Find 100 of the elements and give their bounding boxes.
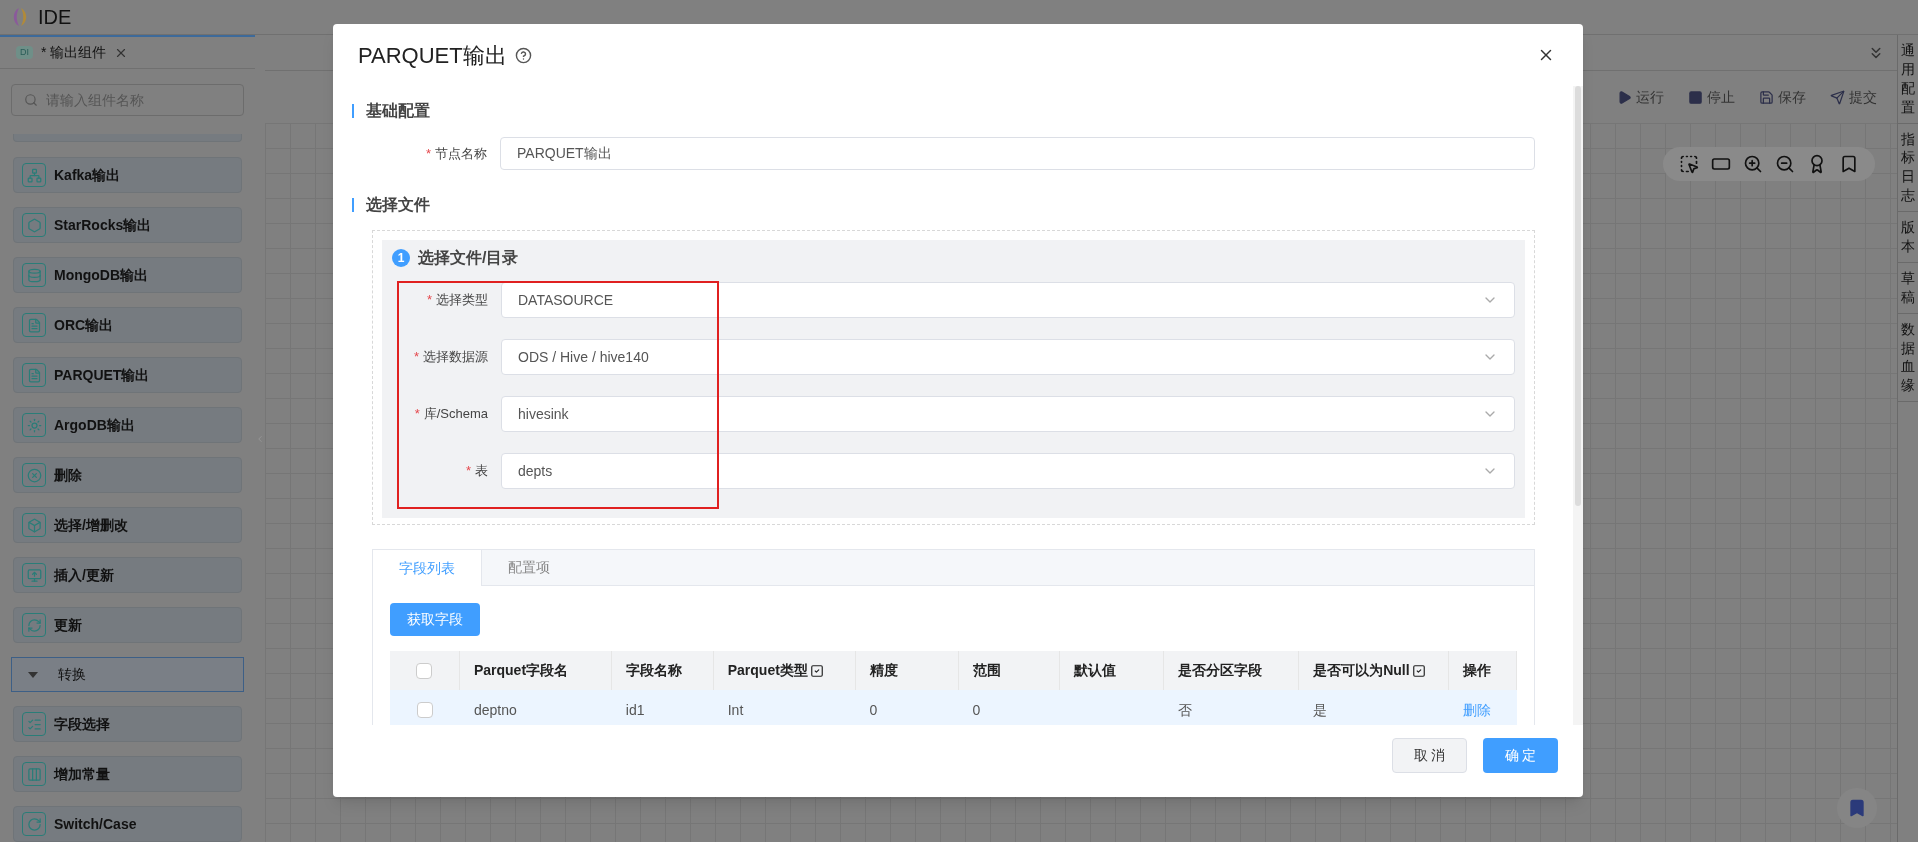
component-icon	[22, 463, 46, 487]
component-icon	[22, 163, 46, 187]
di-badge: DI	[16, 45, 33, 60]
side-tab[interactable]: 草稿	[1898, 262, 1918, 314]
confirm-button[interactable]: 确 定	[1483, 738, 1558, 773]
column-header: 操作	[1463, 661, 1492, 680]
sidebar-item[interactable]: ORC输出	[13, 307, 242, 343]
field-label: 节点名称	[435, 144, 487, 163]
zoom-out-icon[interactable]	[1775, 154, 1795, 174]
scrollbar[interactable]	[1575, 86, 1581, 506]
sidebar-item[interactable]: 增加常量	[13, 756, 242, 792]
column-header: 默认值	[1074, 661, 1117, 680]
step-number: 1	[392, 249, 410, 267]
side-tab[interactable]: 数据血缘	[1898, 313, 1918, 403]
tab[interactable]: 配置项	[482, 550, 576, 585]
column-header: 是否分区字段	[1178, 661, 1263, 680]
bookmark-icon	[1847, 798, 1867, 818]
required-mark: *	[426, 291, 432, 310]
help-icon[interactable]	[514, 46, 532, 64]
cancel-button[interactable]: 取 消	[1392, 738, 1467, 773]
select-field[interactable]: hivesink	[501, 396, 1515, 432]
bookmark-button[interactable]	[1837, 788, 1877, 828]
tab[interactable]: 字段列表	[373, 550, 482, 586]
column-header: 范围	[972, 661, 1001, 680]
toolbar-button[interactable]: 停止	[1688, 86, 1735, 108]
table-cell-text: 0	[972, 700, 981, 720]
editor-tab[interactable]: DI * 输出组件	[16, 42, 107, 64]
field-label: 库/Schema	[423, 405, 488, 424]
column-header: 是否可以为Null	[1313, 660, 1426, 681]
component-icon	[22, 513, 46, 537]
required-mark: *	[414, 405, 420, 424]
sidebar-item[interactable]: MongoDB输出	[13, 257, 242, 293]
component-icon	[22, 263, 46, 287]
column-header: 精度	[869, 661, 898, 680]
select-field[interactable]: DATASOURCE	[501, 282, 1515, 318]
required-mark: *	[465, 462, 471, 481]
field-label: 表	[475, 462, 488, 481]
component-icon	[22, 762, 46, 786]
column-header: 字段名称	[625, 661, 682, 680]
play-icon	[1617, 89, 1632, 105]
sidebar-item[interactable]: PARQUET输出	[13, 357, 242, 393]
select-field[interactable]: ODS / Hive / hive140	[501, 339, 1515, 375]
column-header: Parquet类型	[727, 660, 824, 681]
field-label: 选择类型	[436, 291, 488, 310]
component-icon	[22, 363, 46, 387]
step-title: 选择文件/目录	[418, 248, 519, 268]
side-tab[interactable]: 通用配置	[1898, 35, 1918, 124]
sidebar-item[interactable]: 删除	[13, 457, 242, 493]
component-icon	[22, 413, 46, 437]
component-icon	[22, 613, 46, 637]
bulk-edit-icon[interactable]	[1411, 663, 1426, 678]
select-tool-icon[interactable]	[1679, 154, 1699, 174]
toolbar-button[interactable]: 提交	[1830, 86, 1877, 108]
table-cell-text: 是	[1313, 700, 1328, 720]
table-cell-text: id1	[625, 700, 645, 720]
dialog-title: PARQUET输出	[358, 41, 507, 70]
input-field[interactable]: PARQUET输出	[500, 137, 1535, 170]
bulk-edit-icon[interactable]	[809, 663, 824, 678]
select-field[interactable]: depts	[501, 453, 1515, 489]
checkbox[interactable]	[416, 702, 433, 718]
toolbar-button[interactable]: 保存	[1759, 86, 1806, 108]
sidebar-item[interactable]: Kafka输出	[13, 157, 242, 193]
side-tab[interactable]: 指标日志	[1898, 123, 1918, 213]
sidebar-item[interactable]: 更新	[13, 607, 242, 643]
component-icon	[22, 213, 46, 237]
sidebar-item[interactable]: 选择/增删改	[13, 507, 242, 543]
sidebar-item[interactable]: 插入/更新	[13, 557, 242, 593]
sidebar-item[interactable]: StarRocks输出	[13, 207, 242, 243]
component-icon	[22, 563, 46, 587]
app-title: IDE	[38, 5, 72, 30]
component-icon	[22, 812, 46, 836]
table-cell-text: 否	[1178, 700, 1193, 720]
bookmark-icon[interactable]	[1839, 154, 1859, 174]
sidebar-item[interactable]: 字段选择	[13, 706, 242, 742]
stop-icon	[1688, 89, 1703, 105]
table-cell-text: 0	[869, 700, 878, 720]
send-icon	[1830, 89, 1845, 105]
save-icon	[1759, 89, 1774, 105]
caret-icon	[28, 671, 38, 678]
toolbar-button[interactable]: 运行	[1617, 86, 1664, 108]
component-icon	[22, 313, 46, 337]
sidebar-item[interactable]: ArgoDB输出	[13, 407, 242, 443]
group-header[interactable]: 转换	[11, 657, 244, 692]
component-icon	[22, 712, 46, 736]
search-icon	[24, 93, 38, 108]
table-cell-text: deptno	[473, 700, 517, 720]
checkbox[interactable]	[416, 662, 433, 679]
zoom-in-icon[interactable]	[1743, 154, 1763, 174]
required-mark: *	[425, 144, 431, 163]
table-row[interactable]: deptno id1 Int 0 0 否 是 删除	[390, 690, 1517, 725]
side-tab[interactable]: 版本	[1898, 212, 1918, 263]
column-header: Parquet字段名	[473, 661, 569, 680]
section-heading: 选择文件	[366, 195, 430, 215]
sidebar-item[interactable]: Switch/Case	[13, 806, 242, 842]
required-mark: *	[413, 348, 419, 367]
fetch-fields-button[interactable]: 获取字段	[390, 603, 480, 636]
field-label: 选择数据源	[423, 348, 488, 367]
table-cell-text: Int	[727, 700, 744, 720]
section-heading: 基础配置	[366, 101, 430, 121]
delete-link[interactable]: 删除	[1463, 699, 1492, 721]
